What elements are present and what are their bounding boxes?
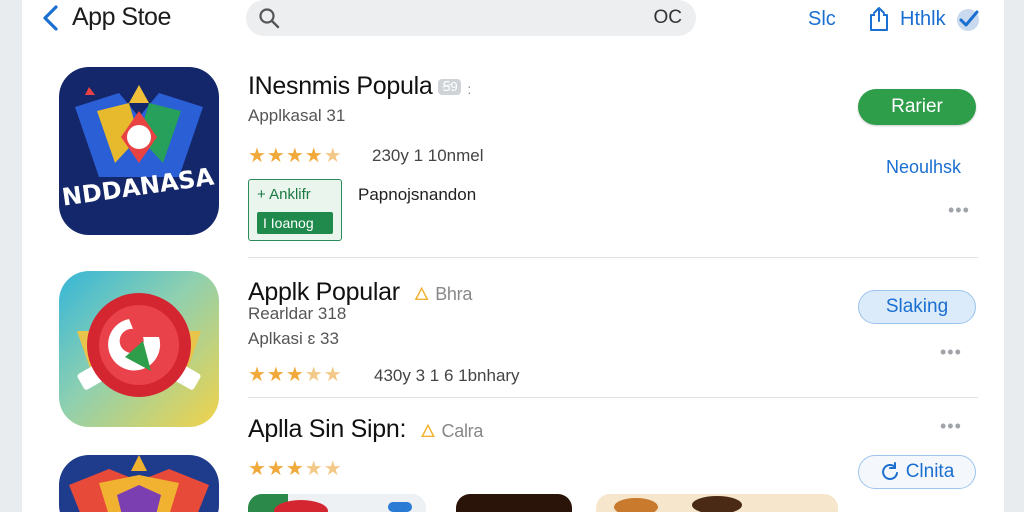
rating-count: 430y 3 1 6 1bnhary bbox=[374, 366, 520, 385]
star-rating: ★★★★★ bbox=[248, 458, 343, 480]
row-divider bbox=[248, 397, 978, 398]
star-rating: ★★★★★ bbox=[248, 364, 343, 386]
app-subtitle: Rearldar 318 bbox=[248, 304, 347, 323]
more-options-icon[interactable]: ••• bbox=[940, 342, 962, 363]
screenshot-preview[interactable] bbox=[456, 494, 572, 512]
app-icon[interactable]: NDDANASA bbox=[59, 67, 219, 235]
row-divider bbox=[248, 257, 978, 258]
shield-logo-icon bbox=[69, 455, 209, 512]
rating-count: 230y 1 10nmel bbox=[372, 146, 484, 165]
promo-description: Papnojsnandon bbox=[358, 185, 477, 204]
screenshot-preview[interactable] bbox=[596, 494, 838, 512]
app-subtitle: Applkasal 31 bbox=[248, 106, 346, 125]
side-link[interactable]: Neoulhsk bbox=[886, 157, 961, 178]
fire-icon: 🜂 bbox=[420, 421, 436, 441]
action-button[interactable]: Slaking bbox=[858, 290, 976, 324]
title-badge: Ꞩ9 bbox=[438, 79, 462, 95]
app-store-window: App Stoe OC Slc Hthlk NDDANASA INesnmis … bbox=[22, 0, 1004, 512]
more-options-icon[interactable]: ••• bbox=[948, 200, 970, 221]
fire-icon: 🜂 bbox=[413, 284, 430, 304]
more-options-icon[interactable]: ••• bbox=[940, 416, 962, 437]
app-row[interactable]: Applk Popular 🜂 Bhra Rearldar 318 Aplkasi … bbox=[22, 260, 1004, 427]
refresh-icon bbox=[881, 462, 898, 480]
app-subtitle-secondary: Aplkasi ɛ 33 bbox=[248, 329, 339, 348]
star-rating: ★★★★★ bbox=[248, 145, 343, 167]
app-row[interactable]: NDDANASA INesnmis Popula Ꞩ9: Applkasal 31… bbox=[22, 0, 1004, 260]
shield-logo-icon: NDDANASA bbox=[60, 85, 216, 212]
app-title[interactable]: Aplla Sin Sipn: 🜂 Calra bbox=[248, 411, 483, 448]
app-icon[interactable] bbox=[59, 455, 219, 512]
app-row[interactable]: Aplla Sin Sipn: 🜂 Calra ••• ★★★★★ Clnita bbox=[22, 400, 1004, 512]
promo-tag[interactable]: + Anklifr I Ioanog bbox=[248, 179, 342, 241]
action-button[interactable]: Clnita bbox=[858, 455, 976, 489]
screenshot-preview[interactable] bbox=[248, 494, 426, 512]
get-button[interactable]: Rarier bbox=[858, 89, 976, 125]
app-title[interactable]: INesnmis Popula Ꞩ9: bbox=[248, 72, 471, 101]
